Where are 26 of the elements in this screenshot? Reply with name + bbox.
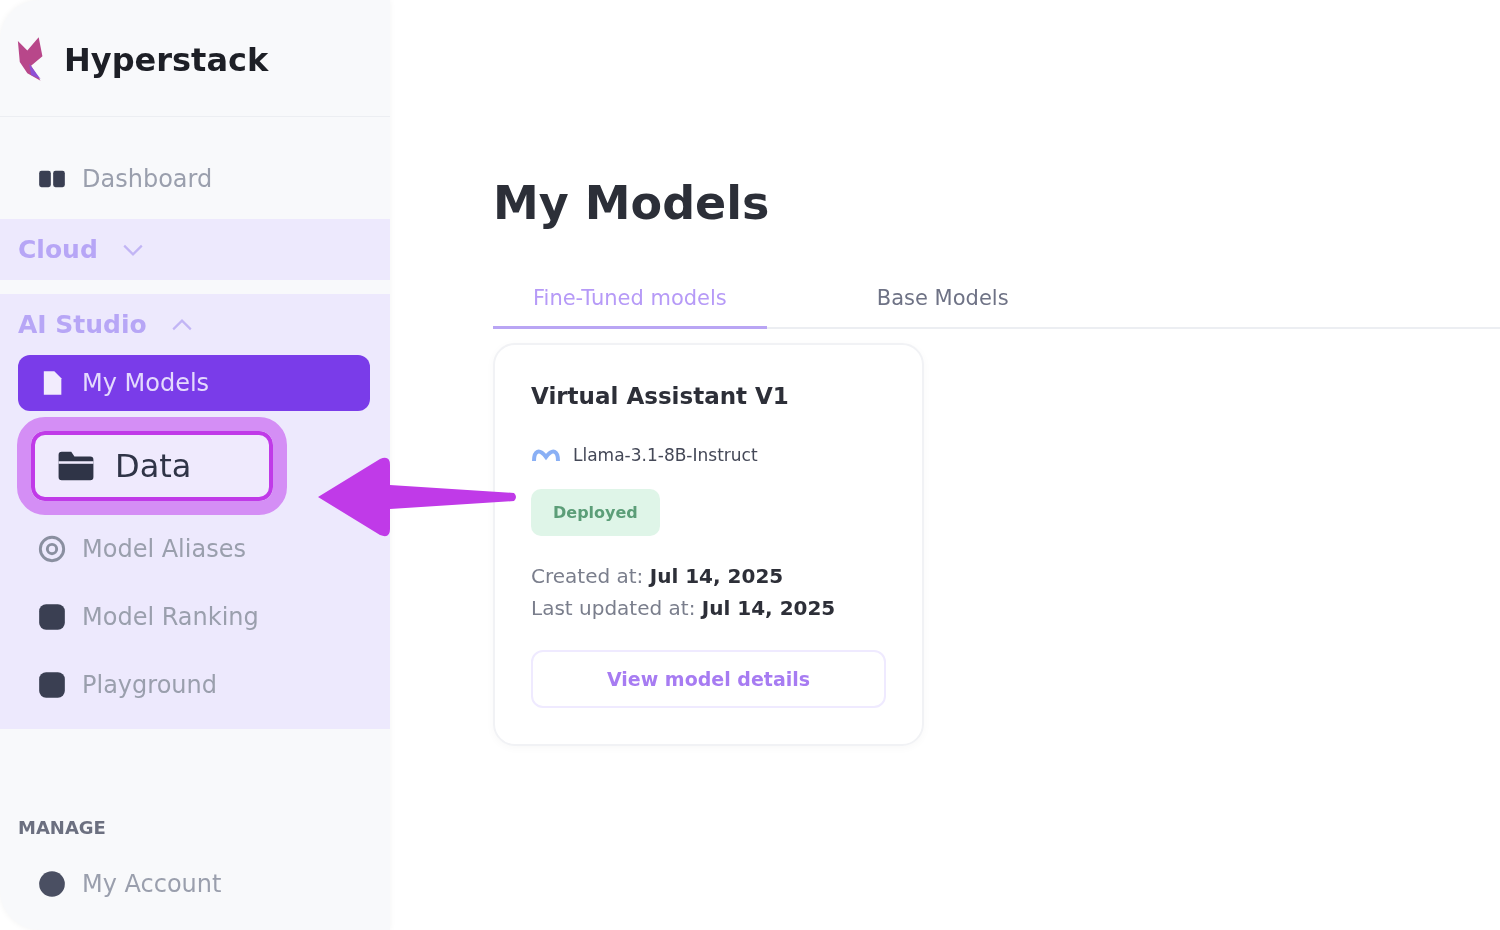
updated-date: Last updated at: Jul 14, 2025 [531,596,836,620]
section-heading: MANAGE [17,817,107,838]
base-model: Llama-3.1-8B-Instruct [573,445,758,465]
tab[interactable]: Base Models [836,280,1049,329]
nav-item[interactable]: My Models [18,355,370,411]
nav-item[interactable]: Playground [18,657,370,713]
tab[interactable]: Fine-Tuned models [493,280,767,329]
section-header[interactable]: Cloud [0,229,390,270]
section-header[interactable]: AI Studio [0,304,390,345]
created-date: Created at: Jul 14, 2025 [531,564,785,588]
nav-item[interactable]: Model Ranking [18,589,370,645]
status-badge: Deployed [531,489,660,536]
nav-item[interactable]: Model Aliases [18,521,370,577]
square-icon [38,603,66,631]
brand-name: Hyperstack [64,41,269,79]
user-icon [38,870,66,898]
nav-item[interactable]: Dashboard [0,153,390,205]
square-icon [38,671,66,699]
model-name: Virtual Assistant V1 [531,383,789,409]
chevron-icon [121,242,144,257]
chevron-icon [170,317,193,332]
page-title: My Models [493,176,771,230]
nav-item[interactable]: My Account [0,858,390,910]
folder-icon [57,450,95,482]
view-details-button[interactable]: View model details [531,650,886,708]
highlighted-nav-item[interactable]: Data [17,417,287,515]
